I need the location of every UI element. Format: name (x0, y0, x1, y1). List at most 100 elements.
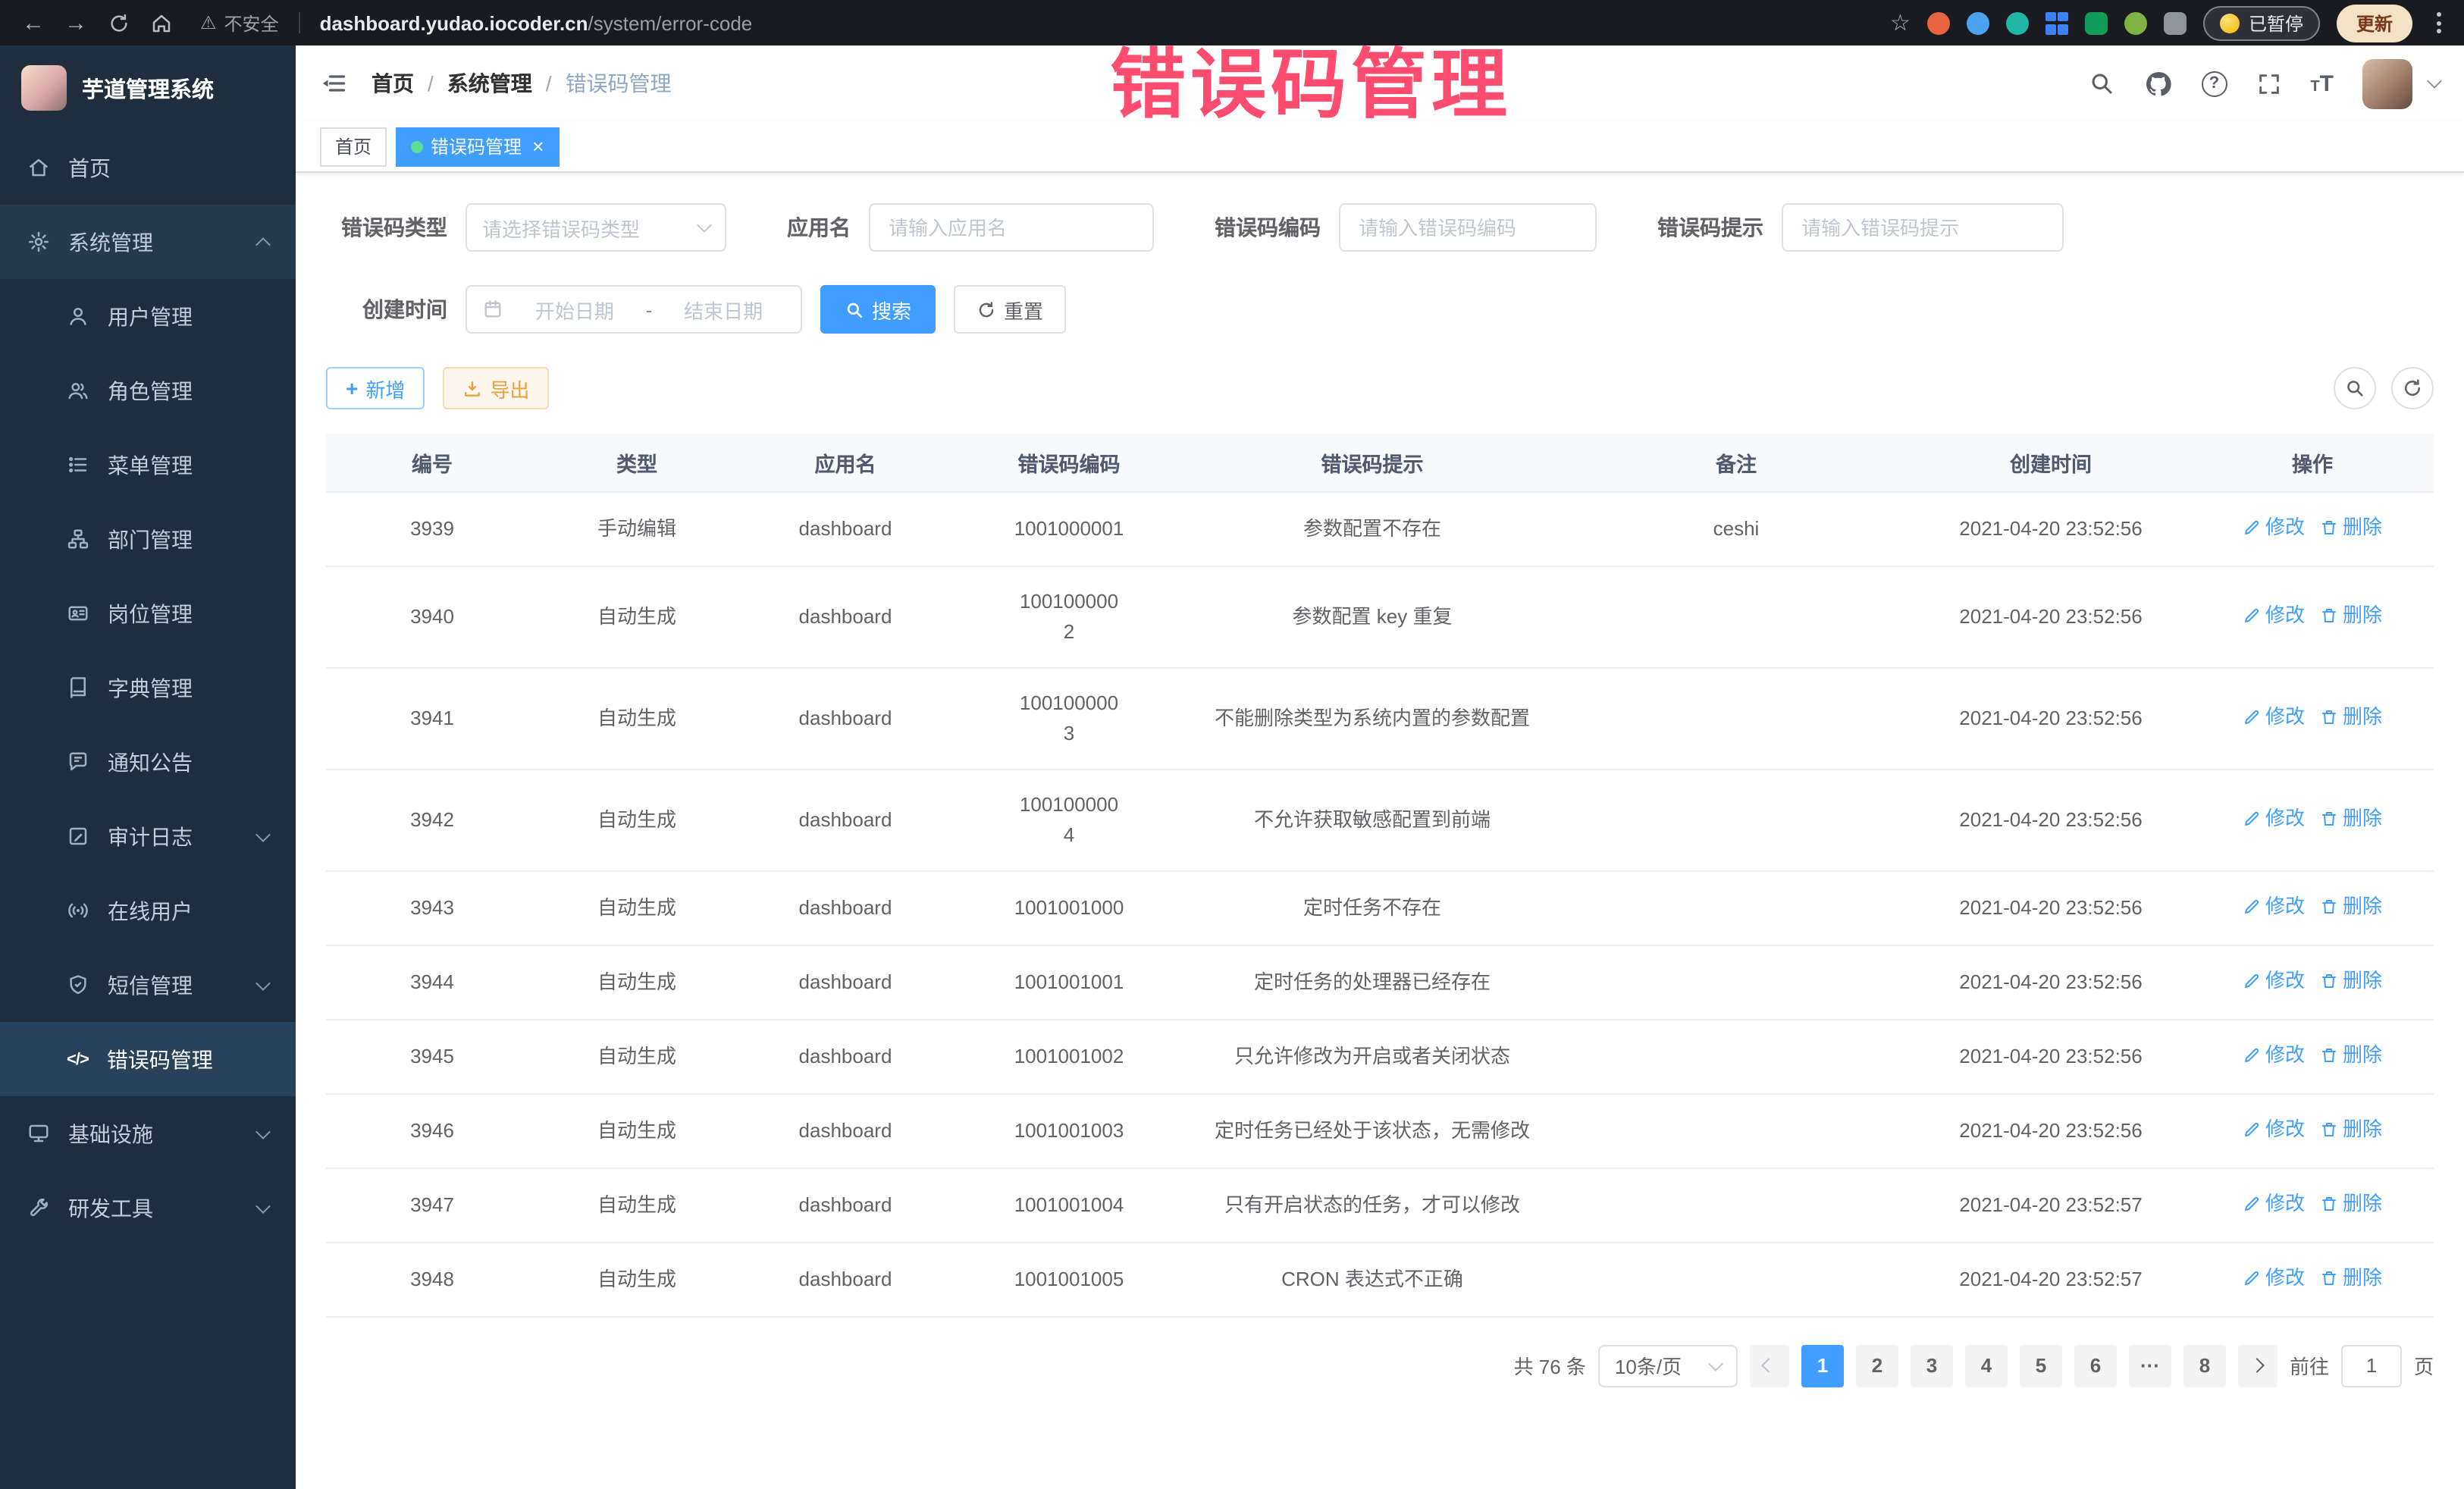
export-button[interactable]: 导出 (443, 367, 549, 409)
drop-extension-icon[interactable] (1967, 11, 1989, 34)
green-extension-icon[interactable] (2085, 11, 2108, 34)
page-button-3[interactable]: 3 (1911, 1344, 1953, 1387)
refresh-table-icon[interactable] (2391, 367, 2434, 409)
tab-error-code[interactable]: 错误码管理 × (396, 127, 559, 166)
page-button-4[interactable]: 4 (1965, 1344, 2008, 1387)
delete-button[interactable]: 删除 (2320, 512, 2382, 542)
sidebar-item-users[interactable]: 用户管理 (0, 279, 296, 353)
search-button[interactable]: 搜索 (820, 285, 936, 334)
home-icon[interactable] (143, 6, 179, 39)
help-icon[interactable]: ? (2201, 71, 2227, 96)
delete-button[interactable]: 删除 (2320, 965, 2382, 995)
error-hint-input[interactable] (1782, 203, 2064, 252)
page-button-8[interactable]: 8 (2183, 1344, 2226, 1387)
delete-button[interactable]: 删除 (2320, 1039, 2382, 1070)
fullscreen-icon[interactable] (2256, 71, 2281, 96)
shield-icon (67, 973, 89, 996)
search-icon (845, 299, 864, 319)
edit-button[interactable]: 修改 (2243, 1114, 2305, 1144)
next-page-button[interactable] (2238, 1344, 2277, 1387)
app-logo[interactable]: 芋道管理系统 (0, 45, 296, 130)
edit-button[interactable]: 修改 (2243, 1188, 2305, 1218)
table-row: 3940 自动生成 dashboard 100100000 2 参数配置 key… (326, 566, 2434, 667)
breadcrumb-home[interactable]: 首页 (371, 68, 414, 99)
hamburger-icon[interactable] (320, 70, 347, 97)
cell-app: dashboard (735, 1093, 955, 1168)
edit-button[interactable]: 修改 (2243, 891, 2305, 921)
edit-button[interactable]: 修改 (2243, 701, 2305, 732)
add-button[interactable]: + 新增 (326, 367, 425, 409)
sidebar-item-menus[interactable]: 菜单管理 (0, 428, 296, 502)
error-type-select[interactable]: 请选择错误码类型 (466, 203, 726, 252)
page-ellipsis[interactable]: ··· (2129, 1344, 2171, 1387)
sidebar-item-online-users[interactable]: 在线用户 (0, 873, 296, 948)
paused-pill-button[interactable]: 已暂停 (2203, 5, 2320, 40)
delete-button[interactable]: 删除 (2320, 701, 2382, 732)
sidebar-item-home[interactable]: 首页 (0, 130, 296, 205)
teal-extension-icon[interactable] (2006, 11, 2029, 34)
edit-button[interactable]: 修改 (2243, 1039, 2305, 1070)
reload-icon[interactable] (100, 6, 136, 39)
update-button[interactable]: 更新 (2337, 4, 2412, 42)
page-button-2[interactable]: 2 (1856, 1344, 1898, 1387)
app-name-input[interactable] (869, 203, 1154, 252)
date-range-picker[interactable]: 开始日期 - 结束日期 (466, 285, 802, 334)
sidebar-item-infrastructure[interactable]: 基础设施 (0, 1096, 296, 1171)
hide-search-icon[interactable] (2334, 367, 2376, 409)
sidebar-item-posts[interactable]: 岗位管理 (0, 576, 296, 650)
sidebar-item-error-code[interactable]: </> 错误码管理 (0, 1022, 296, 1096)
sidebar-item-notice[interactable]: 通知公告 (0, 725, 296, 799)
error-code-input[interactable] (1339, 203, 1597, 252)
page-size-select[interactable]: 10条/页 (1598, 1344, 1738, 1387)
record-extension-icon[interactable] (1927, 11, 1950, 34)
delete-button[interactable]: 删除 (2320, 1262, 2382, 1293)
search-icon[interactable] (2087, 70, 2114, 97)
close-icon[interactable]: × (532, 136, 544, 156)
edit-button[interactable]: 修改 (2243, 600, 2305, 630)
sidebar-item-departments[interactable]: 部门管理 (0, 502, 296, 576)
bookmark-star-icon[interactable]: ☆ (1890, 9, 1911, 36)
delete-button[interactable]: 删除 (2320, 1188, 2382, 1218)
goto-page-input[interactable] (2341, 1344, 2402, 1387)
font-size-icon[interactable]: TT (2310, 72, 2334, 95)
sidebar-item-sms[interactable]: 短信管理 (0, 948, 296, 1022)
col-msg: 错误码提示 (1183, 434, 1562, 491)
avatar[interactable] (2362, 58, 2412, 108)
edit-button[interactable]: 修改 (2243, 1262, 2305, 1293)
back-icon[interactable]: ← (15, 6, 52, 39)
prev-page-button[interactable] (1750, 1344, 1789, 1387)
chevron-down-icon[interactable] (2427, 74, 2442, 89)
cell-memo: ceshi (1562, 491, 1911, 566)
grid-extension-icon[interactable] (2045, 11, 2068, 34)
breadcrumb-system[interactable]: 系统管理 (447, 68, 532, 99)
leaf-extension-icon[interactable] (2124, 11, 2147, 34)
cell-code: 100100000 4 (955, 769, 1183, 870)
page-button-1[interactable]: 1 (1801, 1344, 1844, 1387)
logo-avatar (21, 65, 67, 111)
sidebar-item-system[interactable]: 系统管理 (0, 205, 296, 279)
security-indicator[interactable]: ⚠ 不安全 (200, 10, 279, 36)
forward-icon[interactable]: → (58, 6, 94, 39)
edit-button[interactable]: 修改 (2243, 803, 2305, 833)
sidebar-item-dev-tools[interactable]: 研发工具 (0, 1171, 296, 1245)
edit-icon (2243, 809, 2261, 827)
chrome-menu-icon[interactable] (2429, 12, 2449, 33)
page-button-5[interactable]: 5 (2020, 1344, 2062, 1387)
puzzle-extension-icon[interactable] (2164, 11, 2187, 34)
delete-button[interactable]: 删除 (2320, 1114, 2382, 1144)
page-button-6[interactable]: 6 (2074, 1344, 2117, 1387)
sidebar-item-audit-log[interactable]: 审计日志 (0, 799, 296, 873)
sidebar-item-roles[interactable]: 角色管理 (0, 353, 296, 428)
reset-button[interactable]: 重置 (954, 285, 1066, 334)
edit-button[interactable]: 修改 (2243, 512, 2305, 542)
delete-button[interactable]: 删除 (2320, 803, 2382, 833)
edit-button[interactable]: 修改 (2243, 965, 2305, 995)
url-path: /system/error-code (588, 11, 753, 34)
delete-button[interactable]: 删除 (2320, 891, 2382, 921)
sidebar-item-dictionary[interactable]: 字典管理 (0, 650, 296, 725)
github-icon[interactable] (2143, 69, 2172, 98)
tab-home[interactable]: 首页 (320, 127, 387, 166)
delete-button[interactable]: 删除 (2320, 600, 2382, 630)
address-bar[interactable]: dashboard.yudao.iocoder.cn/system/error-… (320, 11, 753, 34)
divider (299, 12, 300, 33)
